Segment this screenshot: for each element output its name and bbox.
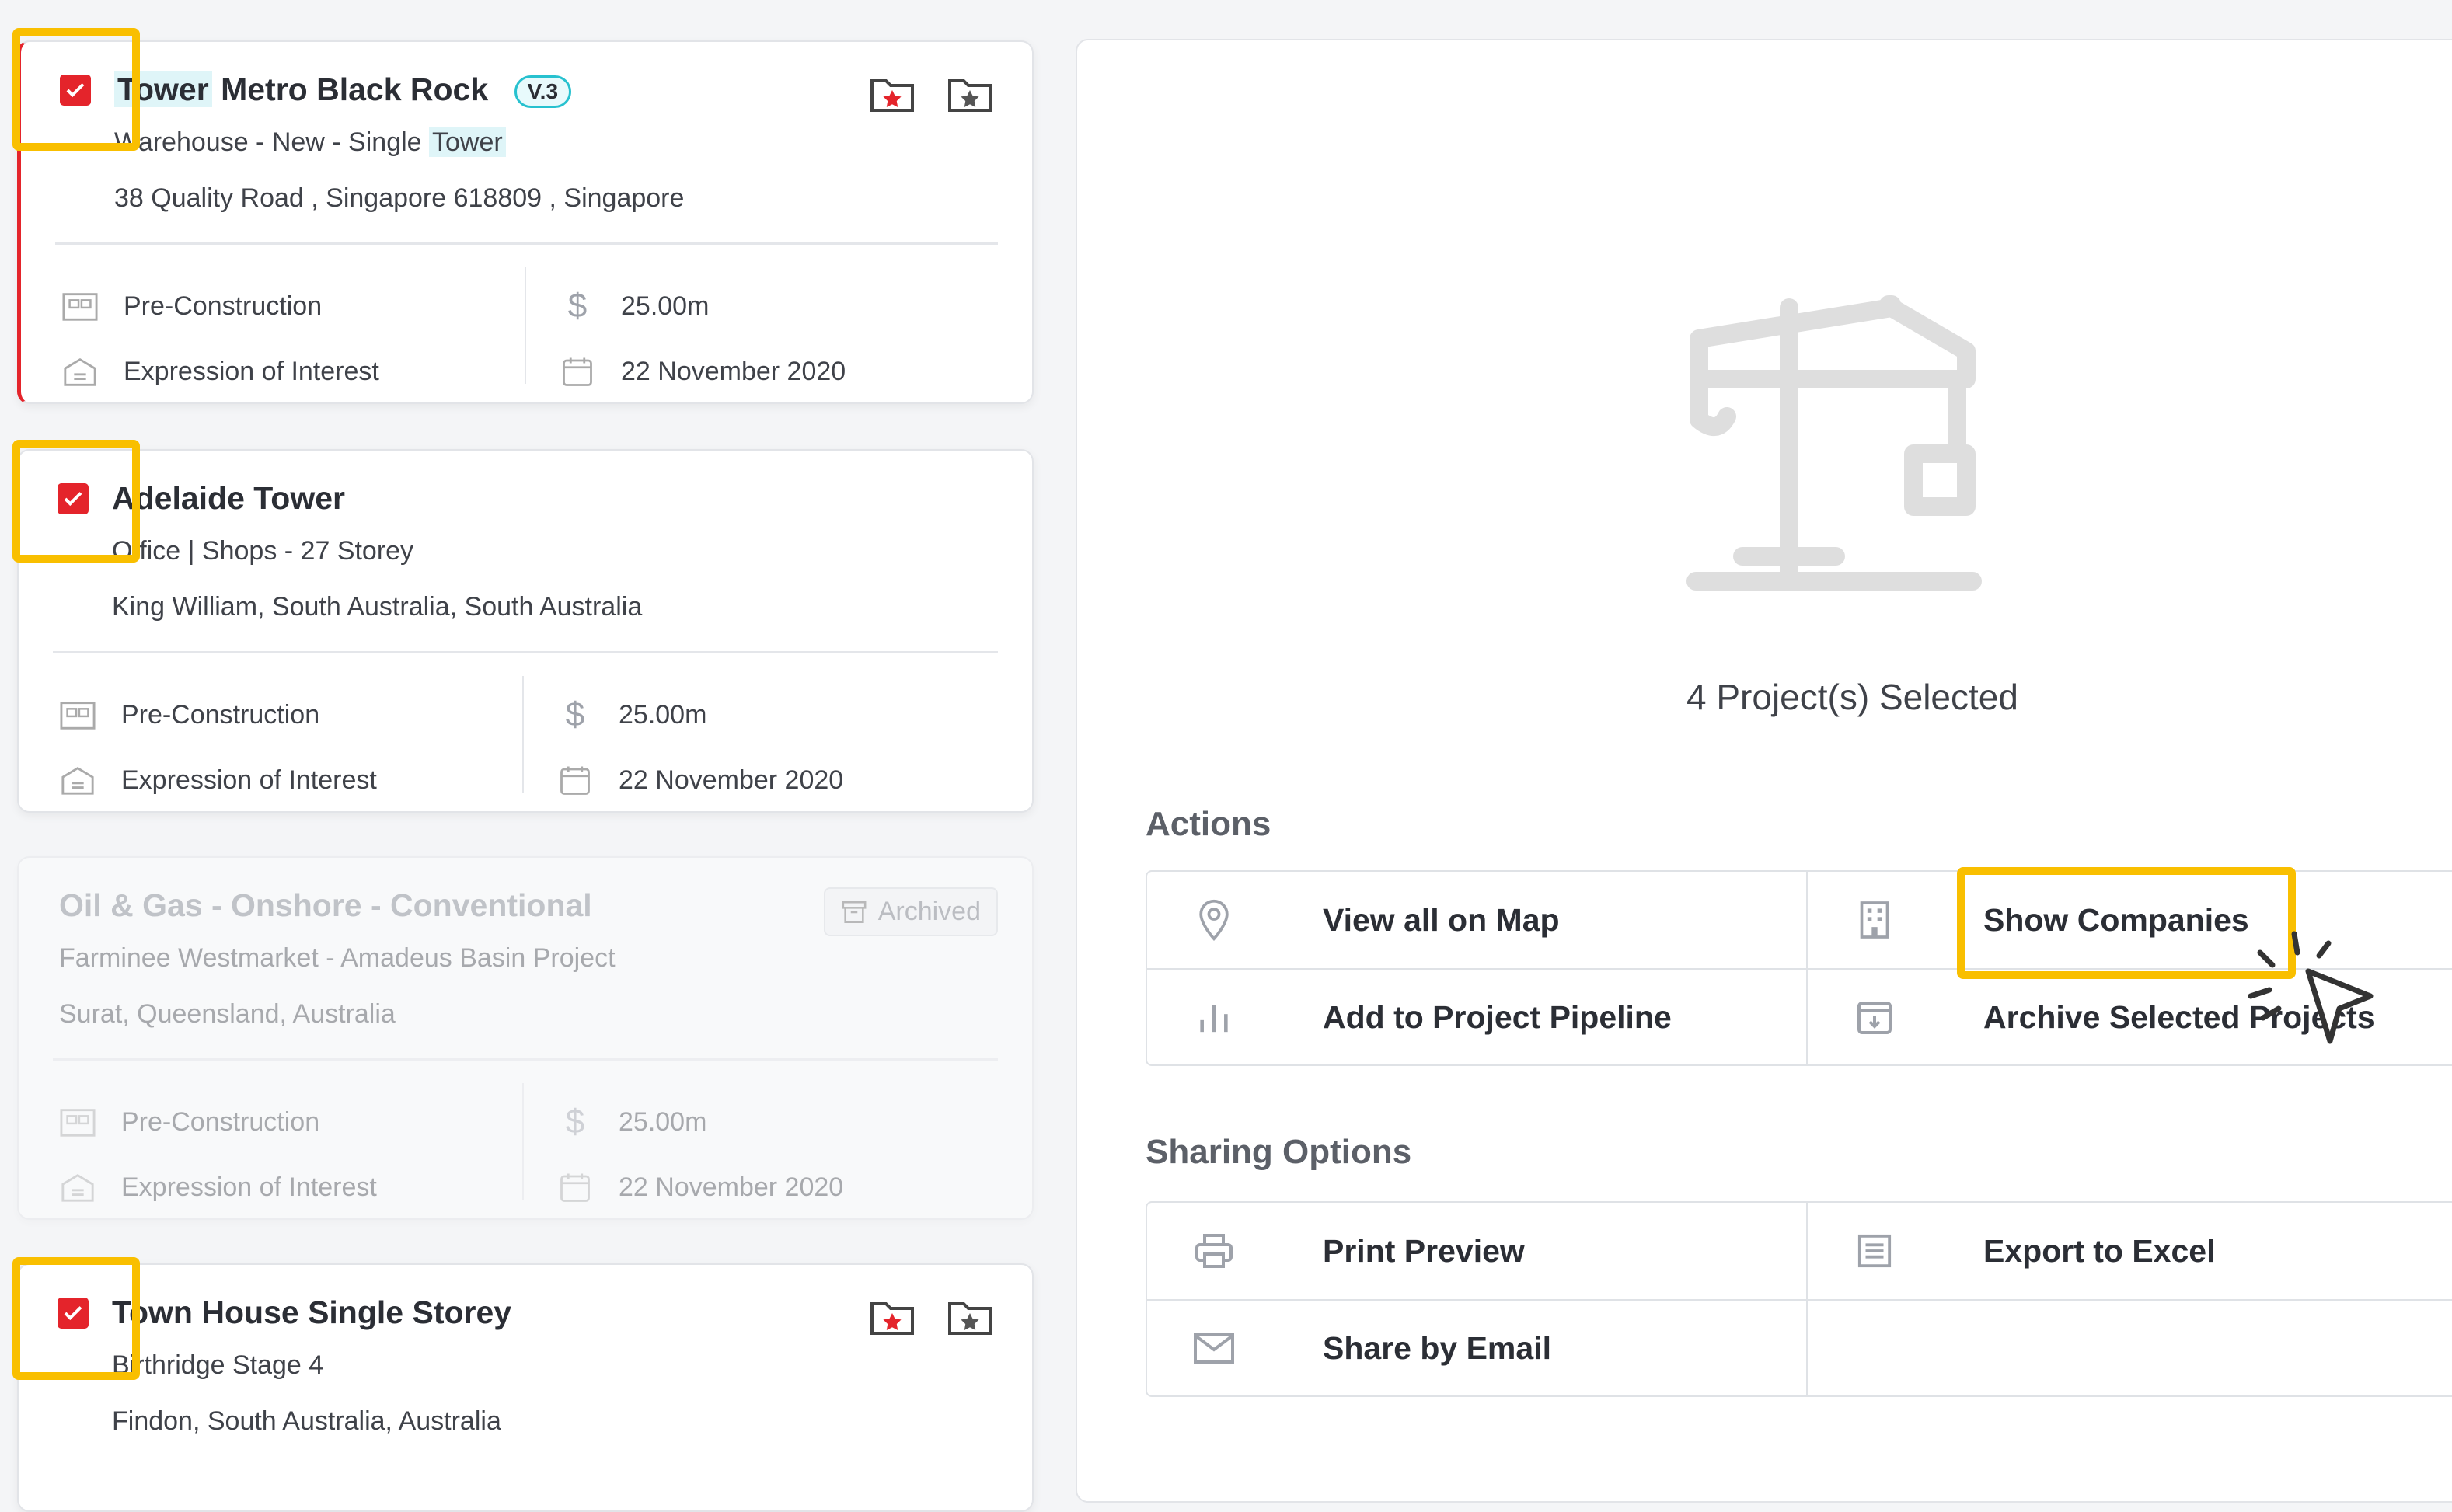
clipboard-icon bbox=[58, 1169, 98, 1206]
date-row: 22 November 2020 bbox=[557, 353, 846, 390]
highlight-box bbox=[12, 28, 140, 151]
archive-box-icon bbox=[842, 901, 867, 923]
project-card-archived[interactable]: Oil & Gas - Onshore - Conventional Archi… bbox=[17, 856, 1034, 1220]
folder-star-red-icon[interactable] bbox=[869, 1296, 916, 1336]
stage-row: Pre-Construction bbox=[58, 1103, 319, 1141]
calendar-icon bbox=[557, 353, 598, 390]
project-address: Findon, South Australia, Australia bbox=[112, 1406, 501, 1436]
value-row: $ 25.00m bbox=[555, 695, 707, 733]
folder-star-icon[interactable] bbox=[947, 73, 993, 113]
card-divider bbox=[53, 651, 998, 653]
version-badge: V.3 bbox=[514, 75, 572, 109]
selected-count: 4 Project(s) Selected bbox=[1686, 677, 2018, 717]
archive-download-icon bbox=[1851, 998, 1898, 1036]
folder-star-icon[interactable] bbox=[947, 1296, 993, 1336]
dollar-icon: $ bbox=[565, 695, 585, 733]
project-subtitle: Office | Shops - 27 Storey bbox=[112, 536, 414, 566]
stage-row: Pre-Construction bbox=[58, 696, 319, 733]
project-address: 38 Quality Road , Singapore 618809 , Sin… bbox=[114, 183, 685, 213]
calendar-icon bbox=[555, 1169, 595, 1206]
building-plan-icon bbox=[58, 696, 98, 733]
add-pipeline-button[interactable]: Add to Project Pipeline bbox=[1147, 968, 1806, 1064]
share-email-button[interactable]: Share by Email bbox=[1147, 1299, 1806, 1395]
card-vertical-divider bbox=[522, 676, 524, 793]
highlight-box bbox=[12, 1257, 140, 1380]
date-row: 22 November 2020 bbox=[555, 761, 843, 799]
project-address: Surat, Queensland, Australia bbox=[59, 999, 396, 1029]
date-row: 22 November 2020 bbox=[555, 1169, 843, 1206]
card-divider bbox=[53, 1058, 998, 1061]
status-row: Expression of Interest bbox=[60, 353, 379, 390]
stage-row: Pre-Construction bbox=[60, 287, 322, 325]
card-divider bbox=[55, 242, 998, 245]
highlight-box bbox=[12, 440, 140, 563]
favorite-actions bbox=[869, 73, 993, 113]
project-title[interactable]: Tower Metro Black Rock V.3 bbox=[114, 71, 572, 109]
building-icon bbox=[1851, 900, 1898, 940]
sharing-heading: Sharing Options bbox=[1146, 1133, 1412, 1171]
dollar-icon: $ bbox=[567, 287, 588, 325]
spreadsheet-icon bbox=[1851, 1232, 1898, 1270]
dollar-icon: $ bbox=[565, 1103, 585, 1141]
bar-chart-icon bbox=[1191, 998, 1237, 1036]
favorite-actions bbox=[869, 1296, 993, 1336]
archived-badge: Archived bbox=[823, 887, 998, 936]
value-row: $ 25.00m bbox=[557, 287, 710, 325]
project-subtitle: Warehouse - New - Single Tower bbox=[114, 127, 506, 158]
status-row: Expression of Interest bbox=[58, 761, 377, 799]
calendar-icon bbox=[555, 761, 595, 799]
building-plan-icon bbox=[58, 1103, 98, 1141]
project-card[interactable]: Tower Metro Black Rock V.3 Warehouse - N… bbox=[17, 40, 1034, 404]
crane-icon bbox=[1686, 295, 1982, 591]
clipboard-icon bbox=[58, 761, 98, 799]
folder-star-red-icon[interactable] bbox=[869, 73, 916, 113]
view-map-button[interactable]: View all on Map bbox=[1147, 872, 1806, 968]
project-card[interactable]: Town House Single Storey Birthridge Stag… bbox=[17, 1263, 1034, 1512]
project-title[interactable]: Adelaide Tower bbox=[112, 480, 345, 517]
project-title[interactable]: Town House Single Storey bbox=[112, 1294, 511, 1331]
printer-icon bbox=[1191, 1232, 1237, 1270]
envelope-icon bbox=[1191, 1333, 1237, 1364]
project-subtitle: Farminee Westmarket - Amadeus Basin Proj… bbox=[59, 943, 616, 973]
actions-heading: Actions bbox=[1146, 805, 1271, 843]
sharing-grid: Print Preview Export to Excel Share by E… bbox=[1146, 1201, 2452, 1397]
map-pin-icon bbox=[1191, 898, 1237, 942]
project-address: King William, South Australia, South Aus… bbox=[112, 592, 643, 622]
cursor-pointer-icon bbox=[2248, 931, 2374, 1044]
building-plan-icon bbox=[60, 287, 100, 325]
card-vertical-divider bbox=[525, 267, 526, 384]
print-preview-button[interactable]: Print Preview bbox=[1147, 1203, 1806, 1299]
empty-cell bbox=[1806, 1299, 2452, 1395]
project-subtitle: Birthridge Stage 4 bbox=[112, 1350, 324, 1380]
project-title[interactable]: Oil & Gas - Onshore - Conventional bbox=[59, 887, 592, 924]
card-vertical-divider bbox=[522, 1083, 524, 1200]
clipboard-icon bbox=[60, 353, 100, 390]
export-excel-button[interactable]: Export to Excel bbox=[1806, 1203, 2452, 1299]
status-row: Expression of Interest bbox=[58, 1169, 377, 1206]
project-card[interactable]: Adelaide Tower Office | Shops - 27 Store… bbox=[17, 449, 1034, 813]
value-row: $ 25.00m bbox=[555, 1103, 707, 1141]
